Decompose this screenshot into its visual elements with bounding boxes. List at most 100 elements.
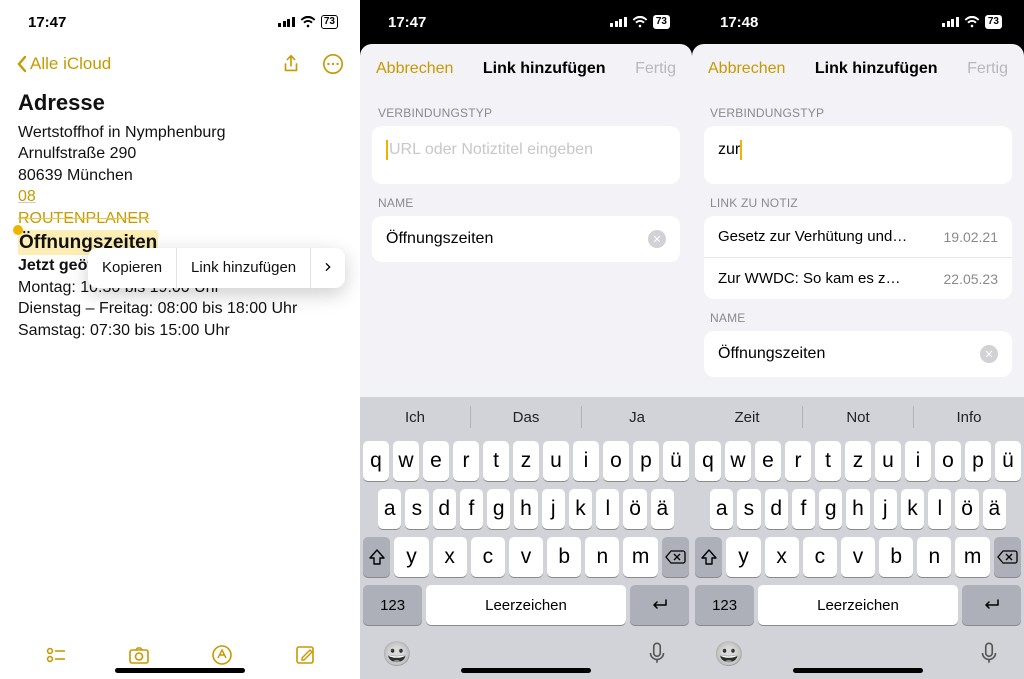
shift-key[interactable] <box>695 537 722 577</box>
camera-icon[interactable] <box>127 643 151 667</box>
key-d[interactable]: d <box>433 489 456 529</box>
key-t[interactable]: t <box>815 441 841 481</box>
key-e[interactable]: e <box>755 441 781 481</box>
key-w[interactable]: w <box>725 441 751 481</box>
note-result-row[interactable]: Gesetz zur Verhütung und B… 19.02.21 <box>704 216 1012 257</box>
key-u[interactable]: u <box>875 441 901 481</box>
key-a[interactable]: a <box>378 489 401 529</box>
key-a[interactable]: a <box>710 489 733 529</box>
key-ä[interactable]: ä <box>651 489 674 529</box>
key-r[interactable]: r <box>785 441 811 481</box>
back-button[interactable]: Alle iCloud <box>16 54 111 74</box>
key-l[interactable]: l <box>596 489 619 529</box>
delete-key[interactable] <box>662 537 689 577</box>
key-p[interactable]: p <box>965 441 991 481</box>
compose-icon[interactable] <box>293 643 317 667</box>
key-j[interactable]: j <box>874 489 897 529</box>
numbers-key[interactable]: 123 <box>695 585 754 625</box>
suggestion[interactable]: Das <box>471 409 581 426</box>
key-v[interactable]: v <box>841 537 875 577</box>
key-e[interactable]: e <box>423 441 449 481</box>
markup-icon[interactable] <box>210 643 234 667</box>
numbers-key[interactable]: 123 <box>363 585 422 625</box>
cancel-button[interactable]: Abbrechen <box>708 60 785 78</box>
routenplaner-link[interactable]: ROUTENPLANER <box>18 210 150 227</box>
key-m[interactable]: m <box>623 537 657 577</box>
key-ö[interactable]: ö <box>955 489 978 529</box>
key-i[interactable]: i <box>905 441 931 481</box>
name-input[interactable]: Öffnungszeiten ✕ <box>704 331 1012 377</box>
name-input[interactable]: Öffnungszeiten ✕ <box>372 216 680 262</box>
key-b[interactable]: b <box>547 537 581 577</box>
mic-icon[interactable] <box>644 640 670 666</box>
key-g[interactable]: g <box>487 489 510 529</box>
key-h[interactable]: h <box>846 489 869 529</box>
key-q[interactable]: q <box>695 441 721 481</box>
return-key[interactable] <box>630 585 689 625</box>
key-i[interactable]: i <box>573 441 599 481</box>
key-v[interactable]: v <box>509 537 543 577</box>
key-s[interactable]: s <box>737 489 760 529</box>
key-c[interactable]: c <box>471 537 505 577</box>
mic-icon[interactable] <box>976 640 1002 666</box>
key-q[interactable]: q <box>363 441 389 481</box>
key-ö[interactable]: ö <box>623 489 646 529</box>
shift-key[interactable] <box>363 537 390 577</box>
key-r[interactable]: r <box>453 441 479 481</box>
context-more[interactable] <box>311 248 345 288</box>
cancel-button[interactable]: Abbrechen <box>376 60 453 78</box>
key-m[interactable]: m <box>955 537 989 577</box>
emoji-icon[interactable]: 😀 <box>382 640 408 666</box>
key-o[interactable]: o <box>603 441 629 481</box>
key-l[interactable]: l <box>928 489 951 529</box>
key-d[interactable]: d <box>765 489 788 529</box>
share-icon[interactable] <box>280 53 302 75</box>
suggestion[interactable]: Zeit <box>692 409 802 426</box>
key-j[interactable]: j <box>542 489 565 529</box>
key-n[interactable]: n <box>917 537 951 577</box>
space-key[interactable]: Leerzeichen <box>758 585 958 625</box>
key-k[interactable]: k <box>569 489 592 529</box>
url-input[interactable]: URL oder Notiztitel eingeben <box>372 126 680 184</box>
context-copy[interactable]: Kopieren <box>88 248 177 288</box>
key-n[interactable]: n <box>585 537 619 577</box>
clear-icon[interactable]: ✕ <box>648 230 666 248</box>
return-key[interactable] <box>962 585 1021 625</box>
home-indicator[interactable] <box>461 668 591 673</box>
suggestion[interactable]: Info <box>914 409 1024 426</box>
done-button[interactable]: Fertig <box>635 60 676 78</box>
key-f[interactable]: f <box>460 489 483 529</box>
key-z[interactable]: z <box>513 441 539 481</box>
context-add-link[interactable]: Link hinzufügen <box>177 248 311 288</box>
key-y[interactable]: y <box>394 537 428 577</box>
more-icon[interactable] <box>322 53 344 75</box>
key-g[interactable]: g <box>819 489 842 529</box>
key-ü[interactable]: ü <box>995 441 1021 481</box>
key-x[interactable]: x <box>433 537 467 577</box>
key-ä[interactable]: ä <box>983 489 1006 529</box>
url-input[interactable]: zur <box>704 126 1012 184</box>
key-s[interactable]: s <box>405 489 428 529</box>
done-button[interactable]: Fertig <box>967 60 1008 78</box>
home-indicator[interactable] <box>115 668 245 673</box>
suggestion[interactable]: Ich <box>360 409 470 426</box>
emoji-icon[interactable]: 😀 <box>714 640 740 666</box>
key-o[interactable]: o <box>935 441 961 481</box>
key-x[interactable]: x <box>765 537 799 577</box>
note-result-row[interactable]: Zur WWDC: So kam es zu… 22.05.23 <box>704 257 1012 299</box>
note-link[interactable]: 08 <box>18 188 36 205</box>
key-b[interactable]: b <box>879 537 913 577</box>
home-indicator[interactable] <box>793 668 923 673</box>
clear-icon[interactable]: ✕ <box>980 345 998 363</box>
key-t[interactable]: t <box>483 441 509 481</box>
space-key[interactable]: Leerzeichen <box>426 585 626 625</box>
key-z[interactable]: z <box>845 441 871 481</box>
key-ü[interactable]: ü <box>663 441 689 481</box>
key-f[interactable]: f <box>792 489 815 529</box>
checklist-icon[interactable] <box>44 643 68 667</box>
key-c[interactable]: c <box>803 537 837 577</box>
key-h[interactable]: h <box>514 489 537 529</box>
key-p[interactable]: p <box>633 441 659 481</box>
key-y[interactable]: y <box>726 537 760 577</box>
delete-key[interactable] <box>994 537 1021 577</box>
